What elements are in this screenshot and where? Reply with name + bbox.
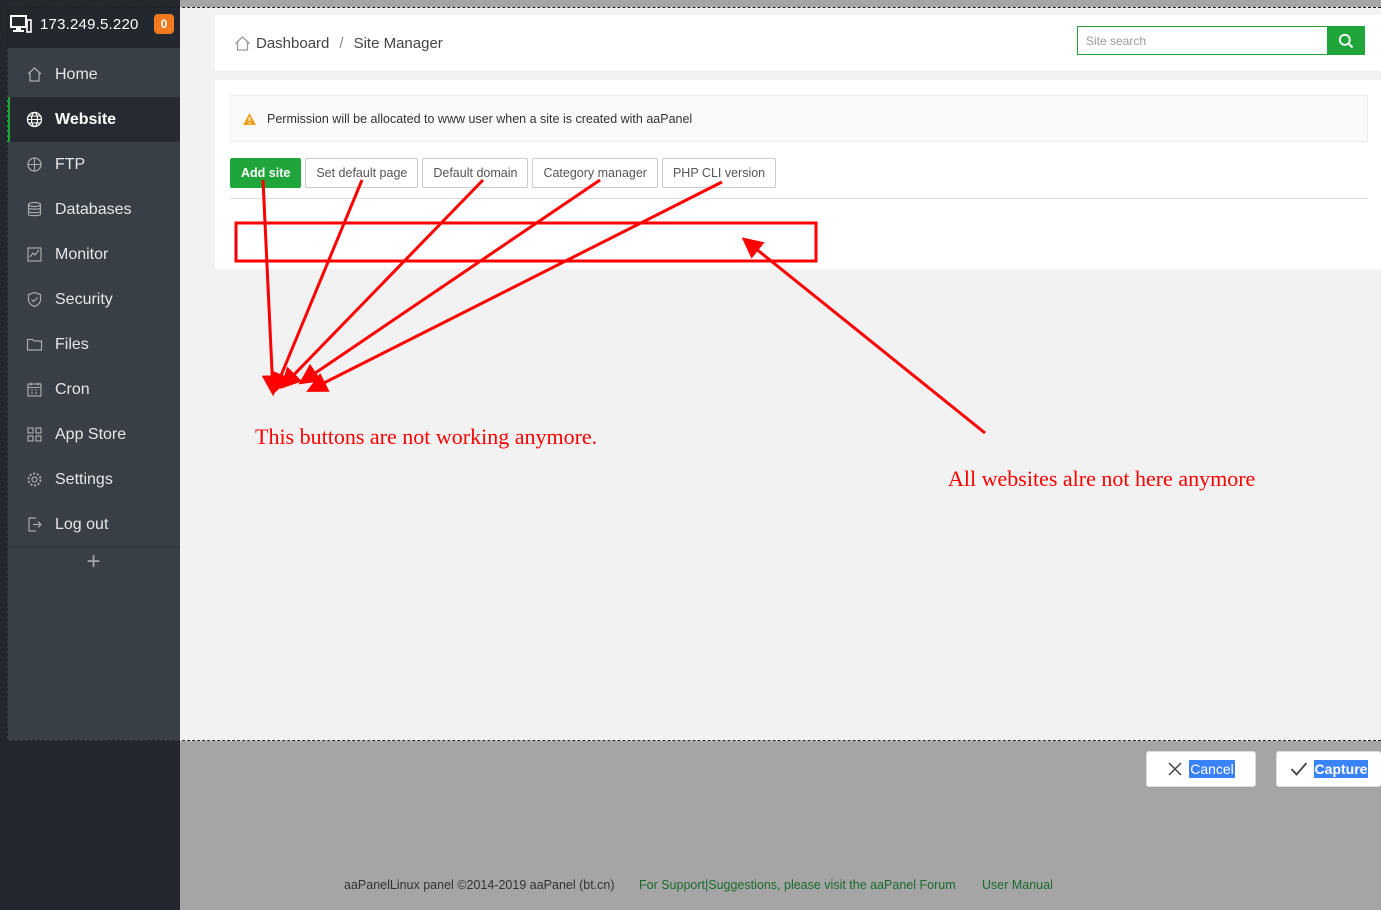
category-manager-button[interactable]: Category manager — [532, 158, 658, 188]
cancel-label: Cancel — [1189, 760, 1235, 778]
main-content: Dashboard / Site Manager Permission will… — [180, 7, 1381, 741]
globe-icon — [26, 111, 43, 128]
sidebar-item-label: FTP — [55, 155, 86, 173]
capture-label: Capture — [1313, 760, 1369, 778]
server-ip: 173.249.5.220 — [40, 15, 139, 33]
sidebar: 173.249.5.220 0 Home Website FTP Databas… — [0, 0, 180, 910]
annotation-sites-note: All websites alre not here anymore — [948, 466, 1256, 491]
search-icon — [1338, 33, 1354, 48]
sidebar-item-label: Cron — [55, 380, 90, 398]
monitor-icon — [26, 246, 43, 263]
search-button[interactable] — [1327, 26, 1365, 55]
footer-copyright: aaPanelLinux panel ©2014-2019 aaPanel (b… — [344, 878, 615, 892]
close-icon — [1168, 762, 1182, 776]
set-default-page-button[interactable]: Set default page — [305, 158, 419, 188]
php-cli-version-button[interactable]: PHP CLI version — [661, 158, 777, 188]
grid-icon — [26, 426, 43, 443]
server-bar[interactable]: 173.249.5.220 0 — [0, 0, 180, 48]
search-input[interactable] — [1077, 26, 1327, 55]
database-icon — [26, 201, 43, 218]
home-icon — [26, 66, 43, 83]
sidebar-item-label: Files — [55, 335, 89, 353]
site-search — [1077, 26, 1365, 57]
breadcrumb-separator: / — [339, 35, 344, 52]
monitor-icon — [10, 15, 32, 33]
breadcrumb-current: Site Manager — [353, 35, 443, 52]
logout-icon — [26, 516, 43, 533]
sidebar-item-monitor[interactable]: Monitor — [7, 232, 180, 277]
footer: aaPanelLinux panel ©2014-2019 aaPanel (b… — [180, 860, 1381, 910]
warning-icon — [243, 112, 256, 125]
sidebar-item-logout[interactable]: Log out — [7, 502, 180, 547]
notification-badge[interactable]: 0 — [154, 14, 174, 34]
breadcrumb-dashboard[interactable]: Dashboard — [256, 35, 329, 52]
gear-icon — [26, 471, 43, 488]
sidebar-item-ftp[interactable]: FTP — [7, 142, 180, 187]
sidebar-item-website[interactable]: Website — [7, 97, 180, 142]
annotation-buttons-note: This buttons are not working anymore. — [255, 424, 598, 449]
permission-notice: Permission will be allocated to www user… — [230, 95, 1368, 142]
sidebar-item-cron[interactable]: Cron — [7, 367, 180, 412]
sidebar-item-label: Security — [55, 290, 113, 308]
default-domain-button[interactable]: Default domain — [422, 158, 529, 188]
footer-manual-link[interactable]: User Manual — [982, 878, 1053, 892]
site-list-table — [235, 221, 817, 261]
folder-icon — [26, 336, 43, 353]
sidebar-item-databases[interactable]: Databases — [7, 187, 180, 232]
add-menu-button[interactable]: + — [7, 548, 180, 576]
check-icon — [1290, 762, 1307, 776]
sidebar-item-label: Monitor — [55, 245, 109, 263]
notice-text: Permission will be allocated to www user… — [267, 111, 693, 126]
sidebar-item-settings[interactable]: Settings — [7, 457, 180, 502]
sidebar-item-home[interactable]: Home — [7, 52, 180, 97]
sidebar-item-label: Databases — [55, 200, 132, 218]
sidebar-item-label: Website — [55, 110, 117, 128]
site-toolbar: Add site Set default page Default domain… — [230, 158, 780, 188]
sidebar-item-label: Log out — [55, 515, 109, 533]
add-site-button[interactable]: Add site — [230, 158, 302, 188]
breadcrumb: Dashboard / Site Manager — [234, 35, 443, 52]
footer-support-link[interactable]: For Support|Suggestions, please visit th… — [639, 878, 956, 892]
sidebar-menu: Home Website FTP Databases Monitor Secur… — [7, 52, 180, 548]
sidebar-item-label: Home — [55, 65, 98, 83]
calendar-icon — [26, 381, 43, 398]
sidebar-item-security[interactable]: Security — [7, 277, 180, 322]
sidebar-item-app-store[interactable]: App Store — [7, 412, 180, 457]
sidebar-item-label: Settings — [55, 470, 113, 488]
sidebar-item-label: App Store — [55, 425, 127, 443]
capture-cancel-button[interactable]: Cancel — [1146, 751, 1256, 787]
top-bar: Dashboard / Site Manager — [215, 15, 1381, 72]
panel-divider — [230, 198, 1368, 199]
site-panel: Permission will be allocated to www user… — [215, 80, 1381, 269]
shield-icon — [26, 291, 43, 308]
capture-confirm-button[interactable]: Capture — [1276, 751, 1381, 787]
sidebar-item-files[interactable]: Files — [7, 322, 180, 367]
home-icon — [235, 36, 250, 51]
ftp-icon — [26, 156, 43, 173]
